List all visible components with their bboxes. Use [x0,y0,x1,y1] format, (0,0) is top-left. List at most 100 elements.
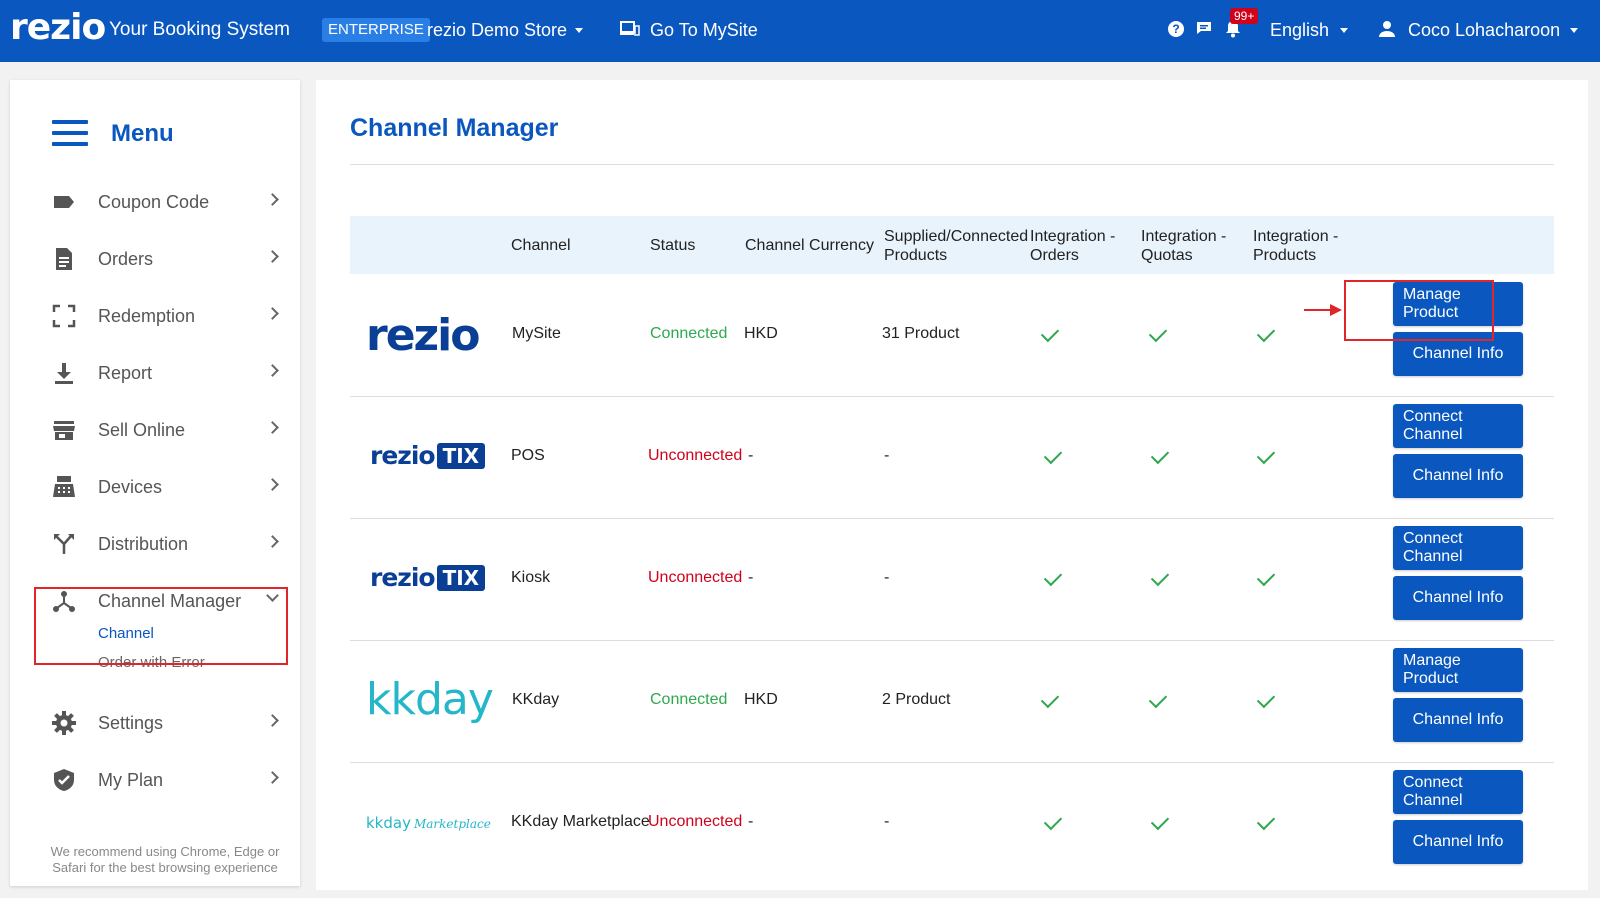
sidebar-item-label: Settings [98,713,164,733]
table-row: kkday Marketplace KKday Marketplace Uncon… [350,762,1554,884]
sidebar-item-coupon-code[interactable]: Coupon Code [10,182,300,222]
devices-icon[interactable] [620,21,640,37]
check-icon [1043,811,1063,831]
sidebar-item-my-plan[interactable]: My Plan [10,760,300,800]
product-count: - [884,447,890,464]
rezio-logo[interactable]: rezio [10,6,106,50]
column-header-integration-quotas: Integration - Quotas [1141,228,1227,264]
language-selector[interactable]: English [1270,18,1329,42]
highlight-box [34,587,288,665]
download-icon [55,363,73,384]
scan-icon [52,304,76,328]
check-icon [1256,567,1276,587]
manage-product-button[interactable]: Manage Product [1393,648,1523,692]
channel-info-button[interactable]: Channel Info [1393,820,1523,864]
connect-channel-button[interactable]: Connect Channel [1393,404,1523,448]
chevron-right-icon [266,250,279,263]
chevron-right-icon [266,535,279,548]
connect-channel-button[interactable]: Connect Channel [1393,770,1523,814]
chevron-right-icon [266,421,279,434]
channel-currency: HKD [744,325,778,342]
shield-icon [54,769,74,791]
chevron-right-icon [266,193,279,206]
check-icon [1256,811,1276,831]
channel-info-button[interactable]: Channel Info [1393,698,1523,742]
channel-currency: - [748,569,754,586]
status-badge: Unconnected [648,813,743,830]
document-icon [56,248,72,270]
message-icon[interactable] [1196,21,1212,35]
column-header-currency: Channel Currency [745,237,874,254]
store-selector[interactable]: rezio Demo Store [427,18,567,42]
sidebar: Menu Coupon Code Orders Redemption Repor… [10,80,300,886]
tag-icon [54,196,74,208]
gear-icon [52,711,76,735]
check-icon [1040,323,1060,343]
channel-name: Kiosk [511,569,551,586]
column-header-status: Status [650,237,696,254]
channel-info-button[interactable]: Channel Info [1393,454,1523,498]
status-badge: Connected [650,325,728,342]
sidebar-item-label: Report [98,363,153,383]
table-header: Channel Status Channel Currency Supplied… [350,216,1554,274]
sidebar-item-devices[interactable]: Devices [10,467,300,507]
check-icon [1148,323,1168,343]
sidebar-item-label: Redemption [98,306,196,326]
status-badge: Connected [650,691,728,708]
table-row: kkday KKday Connected HKD 2 Product Mana… [350,640,1554,763]
help-icon[interactable]: ? [1168,21,1184,37]
system-title: Your Booking System [109,19,290,40]
chevron-right-icon [266,771,279,784]
rezio-tix-logo: rezio TIX [370,442,486,470]
rezio-logo: rezio [366,310,480,361]
sidebar-item-orders[interactable]: Orders [10,239,300,279]
product-count: 2 Product [882,691,951,708]
check-icon [1150,445,1170,465]
kkday-marketplace-logo: kkday Marketplace [366,814,491,832]
check-icon [1043,567,1063,587]
sidebar-item-report[interactable]: Report [10,353,300,393]
channel-name: POS [511,447,545,464]
plan-badge: ENTERPRISE [322,18,430,42]
table-row: rezio TIX POS Unconnected - - Connect Cha… [350,396,1554,519]
column-header-channel: Channel [511,237,571,254]
column-header-integration-products: Integration - Products [1253,228,1339,264]
rezio-tix-logo: rezio TIX [370,564,486,592]
product-count: 31 Product [882,325,960,342]
arrow-head-icon [1330,304,1342,316]
product-count: - [884,813,890,830]
sidebar-item-settings[interactable]: Settings [10,703,300,743]
sidebar-item-sell-online[interactable]: Sell Online [10,410,300,450]
chevron-down-icon[interactable] [1570,28,1578,33]
channel-currency: HKD [744,691,778,708]
chevron-down-icon[interactable] [575,28,583,33]
table-row: rezio TIX Kiosk Unconnected - - Connect C… [350,518,1554,641]
divider [350,164,1554,165]
page-title: Channel Manager [350,114,559,142]
connect-channel-button[interactable]: Connect Channel [1393,526,1523,570]
product-count: - [884,569,890,586]
register-icon [53,476,75,497]
chevron-down-icon[interactable] [1340,28,1348,33]
menu-title: Menu [111,120,174,147]
sidebar-item-distribution[interactable]: Distribution [10,524,300,564]
status-badge: Unconnected [648,447,743,464]
user-icon[interactable] [1378,20,1396,38]
user-menu[interactable]: Coco Lohacharoon [1408,18,1560,42]
hamburger-menu-icon[interactable] [52,120,88,147]
store-icon [53,421,75,440]
go-to-mysite-link[interactable]: Go To MySite [650,18,758,42]
column-header-integration-orders: Integration - Orders [1030,228,1116,264]
check-icon [1148,689,1168,709]
sidebar-item-label: Distribution [98,534,189,554]
channel-currency: - [748,813,754,830]
notification-count-badge: 99+ [1230,8,1259,24]
check-icon [1043,445,1063,465]
channel-info-button[interactable]: Channel Info [1393,576,1523,620]
top-navbar: rezio Your Booking System ENTERPRISE rez… [0,0,1600,62]
check-icon [1256,689,1276,709]
chevron-right-icon [266,364,279,377]
sidebar-item-redemption[interactable]: Redemption [10,296,300,336]
check-icon [1040,689,1060,709]
highlight-box [1344,280,1494,341]
